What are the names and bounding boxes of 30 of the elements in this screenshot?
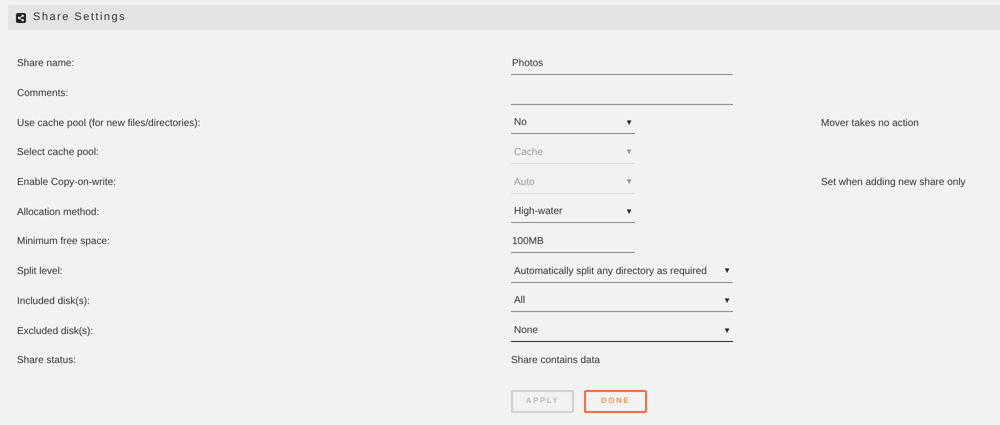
- caret-icon: ▼: [723, 265, 731, 278]
- text-field[interactable]: Photos: [511, 52, 733, 75]
- share-icon: [16, 12, 26, 22]
- dropdown[interactable]: All ▼: [511, 290, 733, 312]
- field-label: Use cache pool (for new files/directories):: [17, 116, 202, 131]
- caret-icon: ▼: [625, 116, 633, 129]
- caret-icon: ▼: [723, 324, 731, 337]
- caret-icon: ▼: [723, 294, 731, 307]
- field-label: Select cache pool:: [17, 146, 100, 160]
- field-label: Share name:: [17, 57, 76, 72]
- status-text: Share contains data: [511, 354, 600, 368]
- field-label: Comments:: [17, 87, 70, 102]
- hint-text: Mover takes no action: [821, 116, 919, 131]
- hint-text: Set when adding new share only: [821, 176, 966, 190]
- field-label: Allocation method:: [17, 206, 100, 220]
- caret-icon: ▼: [625, 146, 633, 158]
- field-label: Excluded disk(s):: [17, 324, 94, 339]
- field-label: Split level:: [17, 265, 64, 280]
- field-label: Share status:: [17, 354, 77, 368]
- dropdown[interactable]: None ▼: [511, 320, 733, 342]
- text-field[interactable]: 100MB: [511, 230, 635, 253]
- dropdown[interactable]: High-water ▼: [511, 201, 635, 224]
- section-title: Share Settings: [33, 10, 126, 26]
- dropdown[interactable]: Automatically split any directory as required ▼: [511, 260, 733, 283]
- dropdown[interactable]: No ▼: [511, 112, 635, 134]
- field-label: Minimum free space:: [17, 235, 111, 250]
- field-label: Included disk(s):: [17, 294, 91, 309]
- caret-icon: ▼: [625, 206, 633, 218]
- field-label: Enable Copy-on-write:: [17, 176, 117, 190]
- caret-icon: ▼: [625, 176, 633, 188]
